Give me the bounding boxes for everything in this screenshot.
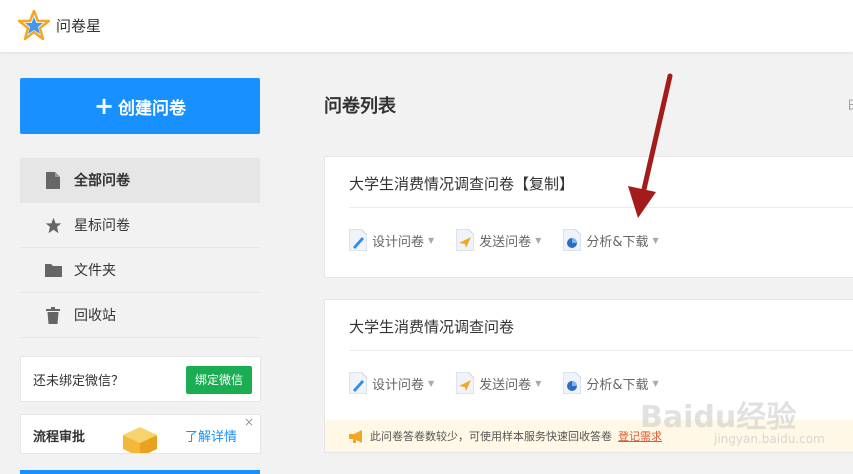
top-bar: 问卷星	[0, 0, 853, 52]
send-survey-button[interactable]: 发送问卷 ▼	[456, 229, 541, 251]
send-plane-icon	[456, 229, 475, 251]
card-divider	[349, 350, 853, 351]
flow-approval-title: 流程审批	[33, 430, 86, 445]
caret-down-icon: ▼	[652, 235, 659, 245]
card-divider	[349, 207, 853, 208]
page-title: 问卷列表	[324, 96, 396, 117]
wechat-bind-text: 还未绑定微信？	[33, 373, 125, 389]
logo-text: 问卷星	[56, 17, 102, 35]
analyze-download-button[interactable]: 分析&下载 ▼	[563, 372, 659, 394]
edge-text: 日	[847, 96, 853, 113]
document-icon	[44, 171, 62, 189]
sidebar-item-folders[interactable]: 文件夹	[20, 248, 260, 293]
design-survey-button[interactable]: 设计问卷 ▼	[349, 229, 434, 251]
star-icon	[44, 216, 62, 234]
action-label: 分析&下载	[586, 234, 649, 250]
trash-icon	[44, 306, 62, 324]
sidebar-item-starred[interactable]: 星标问卷	[20, 203, 260, 248]
sidebar-item-all-surveys[interactable]: 全部问卷	[20, 158, 260, 203]
action-label: 发送问卷	[479, 234, 532, 250]
sidebar-bottom-button-edge[interactable]	[20, 470, 260, 474]
caret-down-icon: ▼	[652, 378, 659, 388]
sidebar-item-trash[interactable]: 回收站	[20, 293, 260, 338]
wechat-bind-box: 还未绑定微信？ 绑定微信	[20, 356, 261, 402]
survey-card: 大学生消费情况调查问卷【复制】 设计问卷 ▼ 发送问卷 ▼ 分析&下载 ▼	[324, 156, 853, 278]
caret-down-icon: ▼	[428, 378, 435, 388]
design-pen-icon	[349, 229, 367, 251]
action-label: 设计问卷	[372, 377, 425, 393]
create-survey-label: 创建问卷	[118, 98, 187, 119]
caret-down-icon: ▼	[535, 378, 542, 388]
pie-chart-icon	[563, 372, 582, 394]
baidu-watermark: Baidu经验	[640, 400, 797, 435]
send-plane-icon	[456, 372, 475, 394]
plus-icon: +	[93, 92, 115, 120]
sidebar-item-label: 全部问卷	[74, 173, 130, 189]
cube-illustration-icon	[123, 427, 157, 453]
action-label: 设计问卷	[372, 234, 425, 250]
design-survey-button[interactable]: 设计问卷 ▼	[349, 372, 434, 394]
sidebar-nav: 全部问卷 星标问卷 文件夹 回收站	[20, 158, 260, 338]
action-label: 分析&下载	[586, 377, 649, 393]
sidebar-item-label: 回收站	[74, 308, 116, 324]
action-label: 发送问卷	[479, 377, 532, 393]
caret-down-icon: ▼	[535, 235, 542, 245]
survey-actions: 设计问卷 ▼ 发送问卷 ▼ 分析&下载 ▼	[349, 229, 659, 251]
create-survey-button[interactable]: + 创建问卷	[20, 78, 260, 134]
design-pen-icon	[349, 372, 367, 394]
sidebar-item-label: 文件夹	[74, 263, 116, 279]
folder-icon	[44, 261, 62, 279]
survey-title[interactable]: 大学生消费情况调查问卷【复制】	[349, 173, 574, 194]
logo-star-icon[interactable]	[18, 9, 50, 41]
megaphone-icon	[349, 429, 362, 443]
flow-approval-box: 流程审批 了解详情 ×	[20, 414, 261, 454]
notice-text: 此问卷答卷数较少，可使用样本服务快速回收答卷	[370, 430, 612, 443]
survey-title[interactable]: 大学生消费情况调查问卷	[349, 316, 514, 337]
analyze-download-button[interactable]: 分析&下载 ▼	[563, 229, 659, 251]
learn-more-link[interactable]: 了解详情	[185, 426, 237, 445]
bind-wechat-button[interactable]: 绑定微信	[185, 366, 252, 394]
close-icon[interactable]: ×	[244, 415, 254, 429]
baidu-watermark-url: jingyan.baidu.com	[714, 432, 825, 446]
annotation-arrow-icon	[628, 73, 673, 218]
caret-down-icon: ▼	[428, 235, 435, 245]
send-survey-button[interactable]: 发送问卷 ▼	[456, 372, 541, 394]
pie-chart-icon	[563, 229, 582, 251]
sidebar-item-label: 星标问卷	[74, 218, 130, 234]
survey-actions: 设计问卷 ▼ 发送问卷 ▼ 分析&下载 ▼	[349, 372, 659, 394]
